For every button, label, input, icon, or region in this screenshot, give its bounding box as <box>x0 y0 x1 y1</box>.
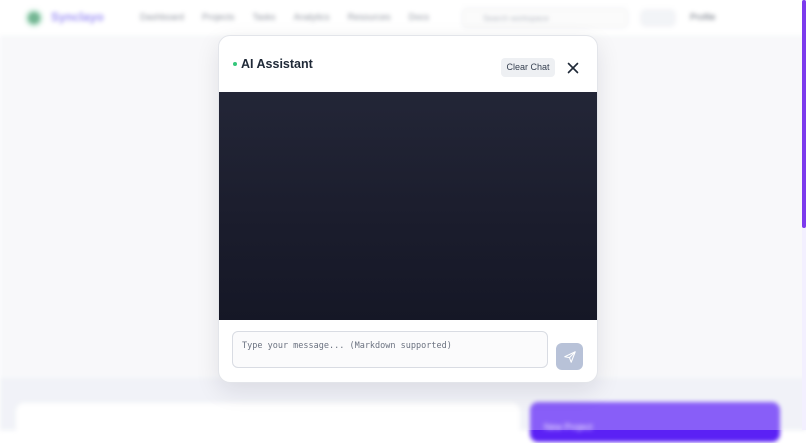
send-button[interactable] <box>556 343 583 370</box>
scrollbar[interactable] <box>802 0 806 430</box>
message-input[interactable] <box>232 331 548 368</box>
chat-messages-area[interactable] <box>219 92 597 320</box>
modal-header: AI Assistant Clear Chat <box>219 36 597 92</box>
close-icon[interactable] <box>566 61 580 75</box>
scrollbar-thumb[interactable] <box>802 0 806 228</box>
clear-chat-button[interactable]: Clear Chat <box>501 58 555 77</box>
online-status-dot <box>233 62 237 66</box>
ai-assistant-modal: AI Assistant Clear Chat <box>218 35 598 383</box>
modal-title: AI Assistant <box>241 57 313 71</box>
send-icon <box>563 350 576 363</box>
